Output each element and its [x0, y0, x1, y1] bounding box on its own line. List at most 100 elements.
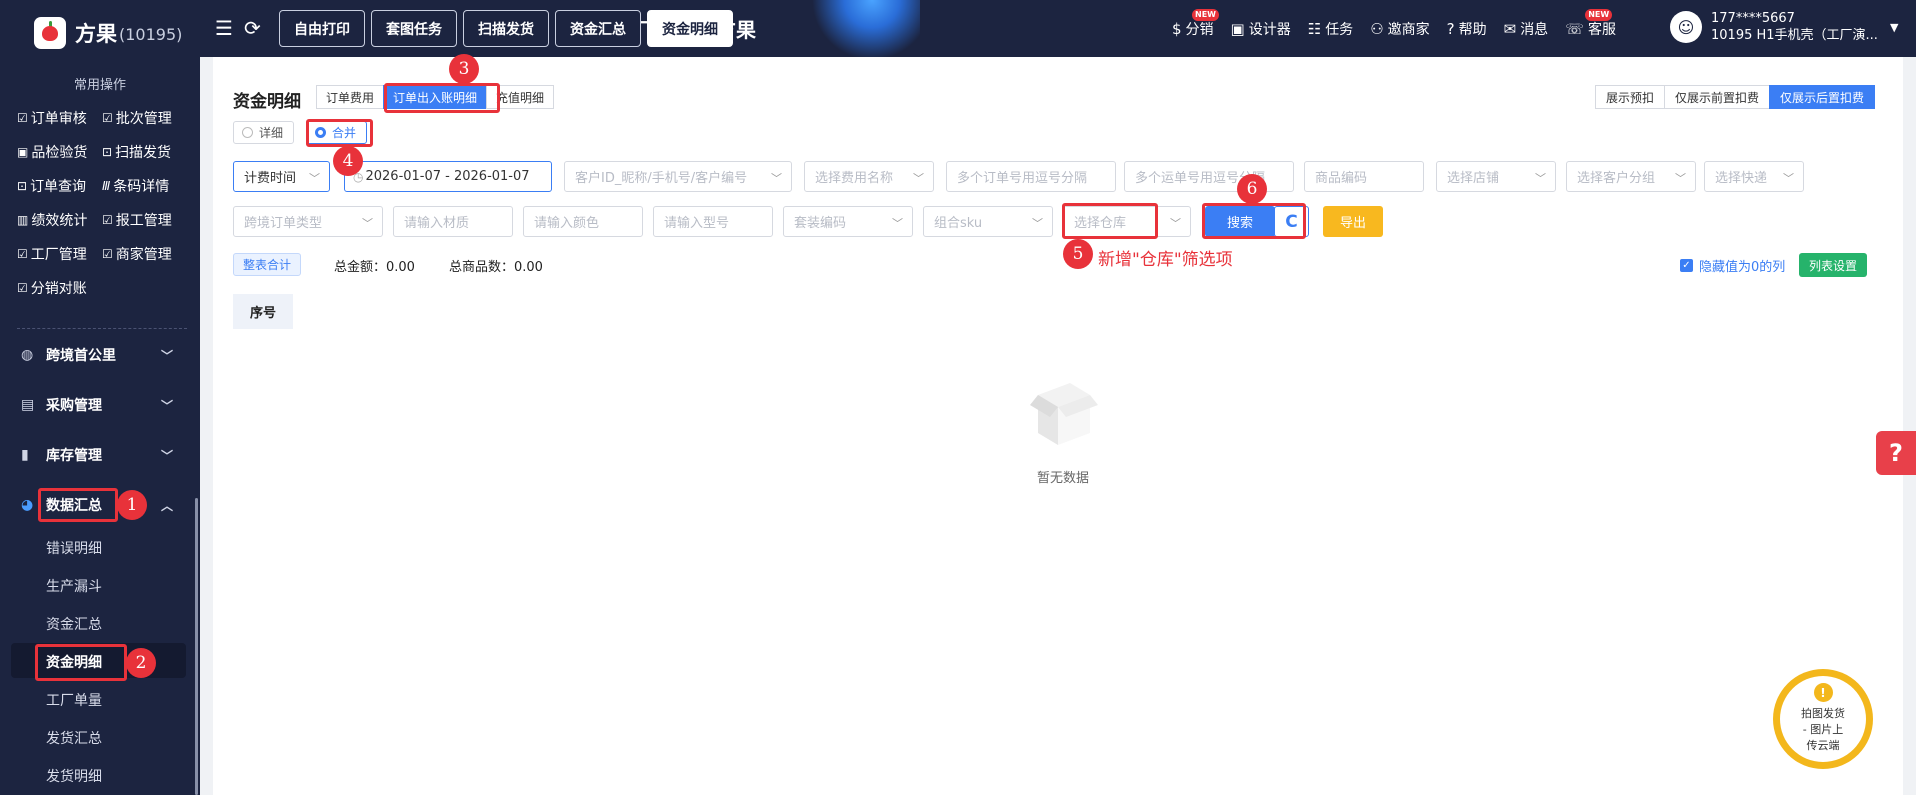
sidebar-group-purchase[interactable]: ▤ 采购管理 ﹀: [21, 395, 181, 415]
product-code-input[interactable]: 商品编码: [1304, 161, 1424, 192]
sidebar-item-shipping-summary[interactable]: 发货汇总: [46, 728, 102, 748]
quick-ops-row: ☑ 工厂管理 ☑ 商家管理: [17, 244, 187, 264]
quick-ops-row: ☑ 订单审核 ☑ 批次管理: [17, 108, 187, 128]
bundle-code-select[interactable]: 套装编码 ﹀: [783, 206, 913, 237]
highlight-box-data-summary: [38, 488, 118, 522]
combo-sku-placeholder: 组合sku: [934, 216, 983, 231]
sidebar-item-error-details[interactable]: 错误明细: [46, 538, 102, 558]
chart-icon: ▥: [17, 213, 29, 227]
sidebar-section-title: 常用操作: [73, 78, 126, 93]
hide-zero-columns-checkbox[interactable]: ✓ 隐藏值为0的列: [1680, 256, 1785, 275]
quick-op-merchant-manage[interactable]: ☑ 商家管理: [102, 244, 187, 264]
step-number-1: 1: [117, 490, 147, 520]
invite-label: 邀商家: [1387, 21, 1430, 38]
chevron-down-icon: ﹀: [1535, 172, 1546, 185]
chevron-down-icon: ﹀: [1032, 217, 1043, 230]
express-select[interactable]: 选择快递 ﹀: [1704, 161, 1804, 192]
help-link[interactable]: ? 帮助: [1447, 19, 1487, 39]
quick-op-label: 订单审核: [30, 111, 87, 127]
sidebar-group-cross-border[interactable]: ◍ 跨境首公里 ﹀: [21, 345, 181, 365]
quick-op-inspection[interactable]: ▣ 品检验货: [17, 142, 102, 162]
quick-op-label: 分销对账: [30, 281, 87, 297]
top-tab-free-print[interactable]: 自由打印: [279, 10, 365, 47]
quick-op-order-review[interactable]: ☑ 订单审核: [17, 108, 102, 128]
check-icon: ✓: [1680, 259, 1693, 272]
combo-sku-select[interactable]: 组合sku ﹀: [923, 206, 1053, 237]
radio-detailed[interactable]: 详细: [233, 121, 295, 144]
brand-id: (10195): [119, 25, 183, 44]
top-tab-template-tasks[interactable]: 套图任务: [371, 10, 457, 47]
quick-op-order-query[interactable]: ⊡ 订单查询: [17, 176, 102, 196]
total-amount: 总金额：0.00: [334, 260, 415, 275]
material-input[interactable]: 请输入材质: [393, 206, 513, 237]
cross-order-type-placeholder: 跨境订单类型: [244, 216, 323, 231]
sidebar-item-production-funnel[interactable]: 生产漏斗: [46, 576, 102, 596]
customer-search-select[interactable]: 客户ID_昵称/手机号/客户编号 ﹀: [564, 161, 792, 192]
top-tab-fund-summary[interactable]: 资金汇总: [555, 10, 641, 47]
top-tab-fund-details[interactable]: 资金明细: [647, 10, 733, 47]
message-link[interactable]: ✉ 消息: [1504, 19, 1549, 39]
quick-op-distribution-reconcile[interactable]: ☑ 分销对账: [17, 278, 110, 298]
customer-service-link[interactable]: ☏ NEW 客服: [1565, 8, 1616, 39]
quick-op-performance[interactable]: ▥ 绩效统计: [17, 210, 102, 230]
quick-op-batch-manage[interactable]: ☑ 批次管理: [102, 108, 187, 128]
distribution-link[interactable]: $ NEW 分销: [1172, 8, 1219, 39]
customer-group-select[interactable]: 选择客户分组 ﹀: [1566, 161, 1696, 192]
order-numbers-input[interactable]: 多个订单号用逗号分隔: [946, 161, 1116, 192]
app-logo[interactable]: 方果 (10195): [34, 17, 182, 49]
highlight-box-warehouse-select: [1062, 203, 1158, 239]
time-type-value: 计费时间: [244, 171, 297, 186]
column-settings-button[interactable]: 列表设置: [1799, 253, 1868, 277]
export-button[interactable]: 导出: [1323, 206, 1383, 237]
chevron-down-icon: ﹀: [1170, 217, 1181, 230]
pre-deduction-button[interactable]: 仅展示前置扣费: [1664, 85, 1771, 109]
step-number-6: 6: [1237, 174, 1267, 204]
invite-merchant-link[interactable]: ⚇ 邀商家: [1370, 19, 1429, 39]
checkbox-icon: ☑: [17, 247, 28, 261]
cross-order-type-select[interactable]: 跨境订单类型 ﹀: [233, 206, 383, 237]
radio-dot: [242, 127, 253, 138]
sidebar-item-fund-summary[interactable]: 资金汇总: [46, 614, 102, 634]
store-icon: ▤: [21, 397, 35, 413]
quick-op-scan-ship[interactable]: ⊡ 扫描发货: [102, 142, 187, 162]
task-link[interactable]: ☷ 任务: [1308, 19, 1353, 39]
sidebar-item-shipping-details[interactable]: 发货明细: [46, 766, 102, 786]
top-tab-scan-ship[interactable]: 扫描发货: [463, 10, 549, 47]
service-icon: ☏: [1565, 19, 1584, 38]
shop-placeholder: 选择店铺: [1447, 171, 1500, 186]
help-icon: ?: [1446, 19, 1455, 38]
subtab-order-fees[interactable]: 订单费用: [316, 85, 385, 109]
sidebar-item-factory-volume[interactable]: 工厂单量: [46, 690, 102, 710]
waybill-numbers-input[interactable]: 多个运单号用逗号分隔: [1124, 161, 1294, 192]
menu-toggle-icon[interactable]: ☰: [215, 16, 233, 40]
quick-op-label: 报工管理: [115, 213, 172, 229]
user-menu[interactable]: ☺ 177****5667 10195 H1手机壳（工厂演... ▼: [1670, 10, 1898, 44]
sidebar-scrollbar[interactable]: [195, 498, 198, 795]
sidebar-group-label: 库存管理: [46, 448, 102, 464]
date-range-picker[interactable]: ◷ 2026-01-07 - 2026-01-07: [344, 161, 552, 192]
quick-op-factory-manage[interactable]: ☑ 工厂管理: [17, 244, 102, 264]
page-title: 资金明细: [233, 92, 301, 112]
step-number-3: 3: [449, 54, 479, 84]
sidebar-group-inventory[interactable]: ▮ 库存管理 ﹀: [21, 445, 181, 465]
color-input[interactable]: 请输入颜色: [523, 206, 643, 237]
refresh-icon[interactable]: ⟳: [244, 16, 261, 40]
table-header-index: 序号: [233, 294, 293, 329]
caret-down-icon: ▼: [1889, 20, 1899, 34]
show-withhold-button[interactable]: 展示预扣: [1595, 85, 1666, 109]
model-input[interactable]: 请输入型号: [653, 206, 773, 237]
quick-op-work-report[interactable]: ☑ 报工管理: [102, 210, 187, 230]
pie-chart-icon: ◕: [21, 497, 34, 513]
time-type-select[interactable]: 计费时间 ﹀: [233, 161, 330, 192]
photo-upload-widget[interactable]: ! 拍图发货 - 图片上 传云端: [1773, 669, 1873, 769]
quick-op-barcode-detail[interactable]: Ⅲ 条码详情: [102, 176, 187, 196]
post-deduction-button[interactable]: 仅展示后置扣费: [1769, 85, 1876, 109]
designer-link[interactable]: ▣ 设计器: [1231, 19, 1291, 39]
fee-name-select[interactable]: 选择费用名称 ﹀: [804, 161, 934, 192]
shop-select[interactable]: 选择店铺 ﹀: [1436, 161, 1556, 192]
color-placeholder: 请输入颜色: [534, 216, 600, 231]
quick-op-label: 扫描发货: [115, 145, 172, 161]
chevron-down-icon: ﹀: [160, 448, 173, 463]
floating-help-button[interactable]: ?: [1876, 431, 1916, 475]
customer-placeholder: 客户ID_昵称/手机号/客户编号: [575, 171, 748, 186]
